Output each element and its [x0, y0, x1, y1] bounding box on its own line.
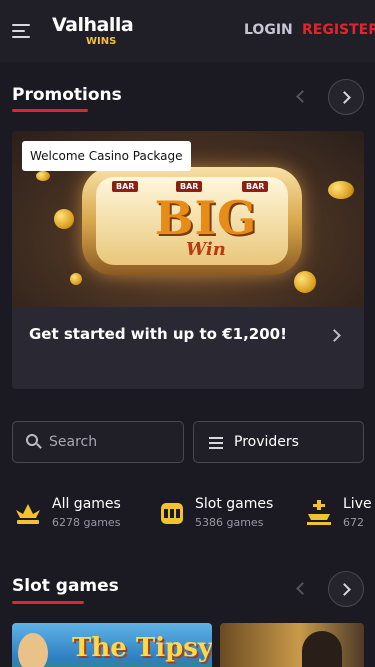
promotions-next-button[interactable]: [328, 79, 364, 115]
top-header: Valhalla WINS LOGIN REGISTER: [0, 0, 375, 62]
category-count: 5386 games: [195, 516, 264, 529]
gold-coin-decoration: [294, 271, 316, 293]
promotions-prev-button[interactable]: [294, 90, 309, 104]
providers-button[interactable]: Providers: [193, 421, 364, 463]
promotions-title-underline: [12, 109, 88, 112]
big-win-text: BIG: [154, 191, 258, 245]
category-live[interactable]: Live 672: [305, 494, 375, 534]
category-all-games[interactable]: All games 6278 games: [14, 494, 144, 534]
game-character-art: [302, 631, 342, 667]
category-name: Slot games: [195, 496, 274, 512]
logo-wordmark: Valhalla: [52, 14, 134, 36]
category-slot-games[interactable]: Slot games 5386 games: [158, 494, 298, 534]
search-icon: [26, 434, 42, 450]
gold-coin-decoration: [36, 171, 50, 181]
all-games-icon: [16, 504, 40, 524]
slot-games-prev-button[interactable]: [294, 582, 309, 596]
chevron-right-icon: [338, 91, 351, 104]
game-card-the-tipsy[interactable]: The Tipsy: [12, 623, 212, 667]
chevron-right-icon: [338, 583, 351, 596]
promotion-badge: Welcome Casino Package: [22, 141, 191, 171]
live-casino-icon: [307, 500, 331, 525]
category-name: Live: [343, 496, 372, 512]
gold-coin-decoration: [328, 181, 354, 199]
promotions-title: Promotions: [12, 85, 122, 105]
slot-games-next-button[interactable]: [328, 571, 364, 607]
win-script-text: Win: [186, 239, 226, 260]
search-box[interactable]: [12, 421, 184, 463]
search-input[interactable]: [49, 422, 179, 462]
valhalla-wins-logo[interactable]: Valhalla WINS: [52, 14, 134, 50]
chevron-left-icon: [296, 582, 309, 595]
promotion-card[interactable]: BAR BAR BAR BIG Win Welcome Casino Packa…: [12, 131, 364, 389]
category-name: All games: [52, 496, 121, 512]
gold-coin-decoration: [54, 209, 74, 229]
hamburger-menu-icon[interactable]: [12, 24, 30, 38]
chevron-left-icon: [296, 90, 309, 103]
login-link[interactable]: LOGIN: [244, 22, 293, 38]
slot-machine-graphic: BAR BAR BAR BIG Win: [82, 167, 302, 275]
chevron-right-icon[interactable]: [328, 329, 341, 342]
providers-label: Providers: [234, 434, 299, 450]
slot-machine-icon: [161, 503, 183, 524]
list-icon: [209, 437, 223, 449]
logo-subtitle: WINS: [86, 36, 117, 47]
promotion-headline: Get started with up to €1,200!: [29, 325, 287, 343]
category-count: 672: [343, 516, 364, 529]
slot-games-title: Slot games: [12, 576, 119, 596]
register-link[interactable]: REGISTER: [302, 22, 375, 38]
gold-coin-decoration: [70, 273, 82, 285]
slot-games-title-underline: [12, 601, 84, 604]
game-title-art: The Tipsy: [72, 633, 212, 663]
game-card-egypt-themed[interactable]: [220, 623, 364, 667]
game-character-art: [18, 633, 48, 667]
category-count: 6278 games: [52, 516, 121, 529]
